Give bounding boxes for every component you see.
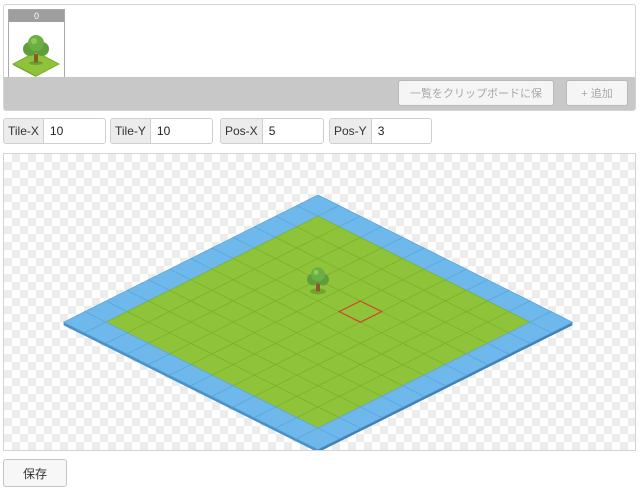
tile-x-label: Tile-X xyxy=(4,119,44,143)
pos-y-input[interactable] xyxy=(371,119,431,143)
tree-tile-icon xyxy=(9,22,64,77)
tile-x-field-group: Tile-X xyxy=(3,118,106,144)
pos-x-label: Pos-X xyxy=(221,119,263,143)
tile-y-field-group: Tile-Y xyxy=(110,118,213,144)
tile-palette-toolbar: 一覧をクリップボードに保存 + 追加 xyxy=(4,77,635,110)
tile-y-input[interactable] xyxy=(150,119,212,143)
isometric-map-canvas[interactable] xyxy=(3,153,636,451)
tile-index-label: 0 xyxy=(9,10,64,22)
tile-palette: 0 一覧をクリップボードに保 + 追加 xyxy=(3,4,636,111)
copy-list-to-clipboard-button[interactable]: 一覧をクリップボードに保存 xyxy=(398,80,554,106)
tile-y-label: Tile-Y xyxy=(111,119,151,143)
pos-x-input[interactable] xyxy=(262,119,323,143)
tile-thumbnail[interactable]: 0 xyxy=(8,9,65,78)
pos-y-field-group: Pos-Y xyxy=(329,118,432,144)
tile-x-input[interactable] xyxy=(43,119,105,143)
pos-y-label: Pos-Y xyxy=(330,119,372,143)
tile-map-editor: 0 一覧をクリップボードに保 + 追加 Tile-X 10 Tile-Y 10 … xyxy=(0,0,640,491)
save-button[interactable]: 保存 xyxy=(3,459,67,487)
tile-palette-list: 0 xyxy=(4,5,635,79)
add-tile-button[interactable]: + 追加 xyxy=(566,80,628,106)
isometric-map[interactable] xyxy=(4,154,635,450)
pos-x-field-group: Pos-X xyxy=(220,118,324,144)
